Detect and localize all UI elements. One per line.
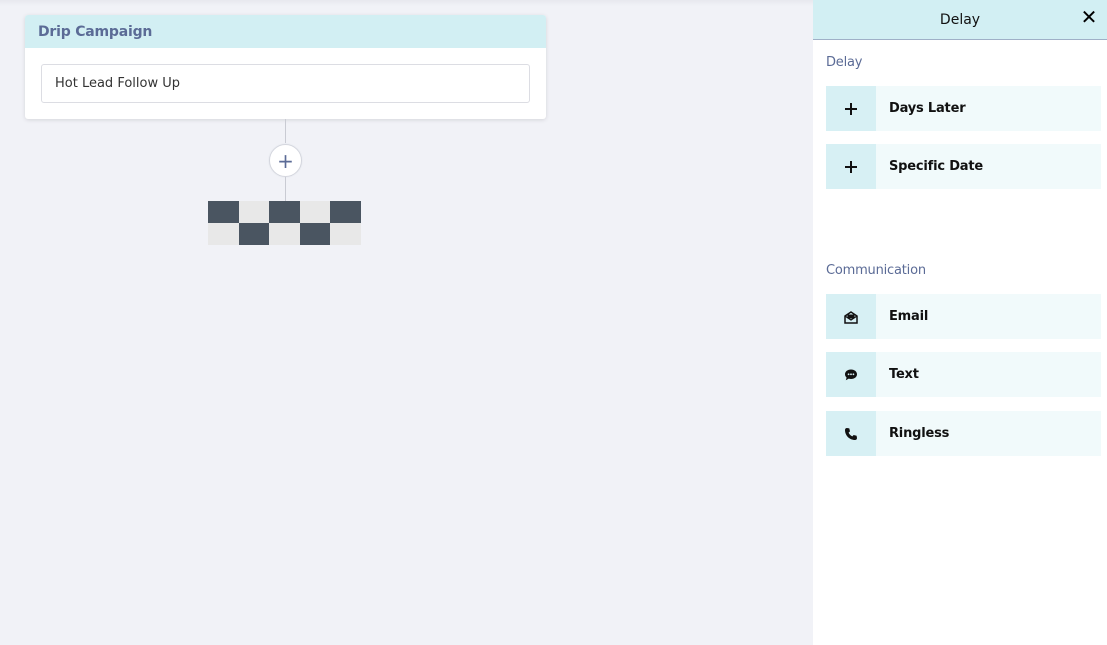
add-step-button[interactable]: + (269, 144, 302, 177)
drip-campaign-card[interactable]: Drip Campaign (25, 15, 546, 119)
section-title-delay: Delay (826, 55, 863, 70)
campaign-card-header: Drip Campaign (25, 15, 546, 48)
finish-flag-icon (208, 201, 361, 245)
connector-line-top (285, 119, 286, 144)
option-email[interactable]: Email (826, 294, 1101, 339)
option-label: Specific Date (889, 159, 983, 174)
canvas-top-shadow (0, 0, 813, 6)
option-label: Ringless (889, 426, 950, 441)
option-label: Text (889, 367, 919, 382)
workflow-canvas: Drip Campaign + (0, 0, 813, 645)
side-panel-title: Delay (939, 11, 981, 28)
campaign-card-title: Drip Campaign (38, 23, 153, 40)
option-label: Email (889, 309, 929, 324)
plus-icon (826, 144, 876, 189)
option-days-later[interactable]: Days Later (826, 86, 1101, 131)
option-ringless[interactable]: Ringless (826, 411, 1101, 456)
option-label: Days Later (889, 101, 966, 116)
close-icon: ✕ (1080, 5, 1098, 29)
plus-icon: + (277, 148, 294, 173)
plus-icon (826, 86, 876, 131)
option-specific-date[interactable]: Specific Date (826, 144, 1101, 189)
phone-icon (826, 411, 876, 456)
connector-line-bottom (285, 177, 286, 201)
option-text[interactable]: Text (826, 352, 1101, 397)
side-panel-header: Delay ✕ (813, 0, 1107, 40)
campaign-name-input[interactable] (41, 64, 530, 103)
section-title-communication: Communication (826, 263, 926, 278)
chat-bubble-icon (826, 352, 876, 397)
side-panel: Delay ✕ Delay Days Later Specific Date C… (813, 0, 1107, 645)
close-button[interactable]: ✕ (1077, 5, 1101, 29)
envelope-icon (826, 294, 876, 339)
